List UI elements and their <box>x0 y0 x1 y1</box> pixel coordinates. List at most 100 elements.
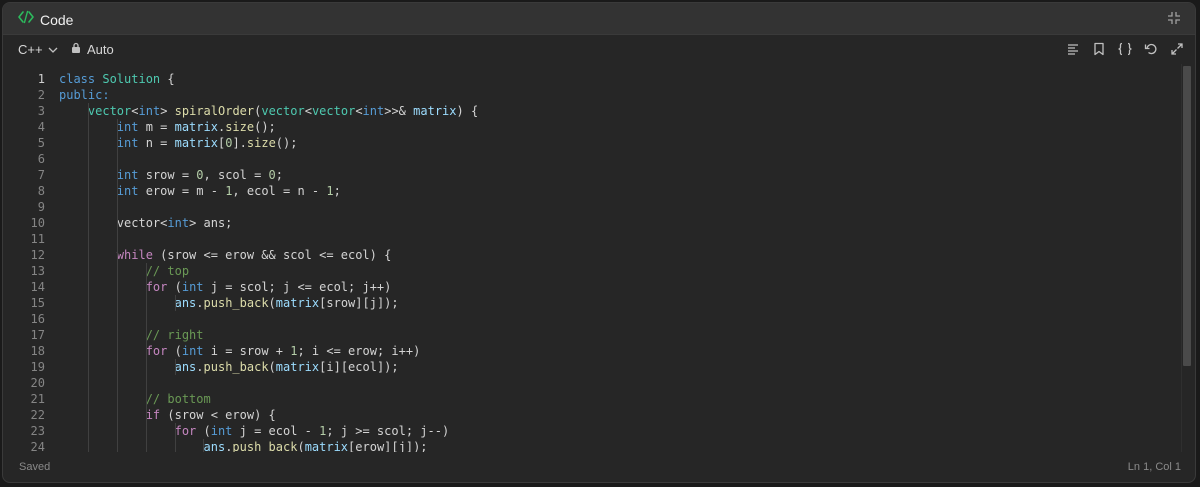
code-token: > ans; <box>189 216 233 230</box>
chevron-down-icon <box>48 42 58 57</box>
code-token: // right <box>145 328 204 342</box>
code-line[interactable]: 8 int erow = m - 1, ecol = n - 1; <box>3 183 1181 199</box>
code-line[interactable]: 23 for (int j = ecol - 1; j >= scol; j--… <box>3 423 1181 439</box>
code-token: vector <box>311 104 356 118</box>
code-token: [i][ecol]); <box>319 360 399 374</box>
code-line[interactable]: 2 public: <box>3 87 1181 103</box>
code-line[interactable]: 19 ans.push_back(matrix[i][ecol]); <box>3 359 1181 375</box>
code-token: ( <box>268 296 276 310</box>
code-token: < <box>304 104 312 118</box>
code-token: ( <box>268 360 276 374</box>
code-token: vector< <box>59 216 168 230</box>
code-line[interactable]: 4 int m = matrix.size(); <box>3 119 1181 135</box>
line-number: 16 <box>30 312 45 326</box>
code-line[interactable]: 13 // top <box>3 263 1181 279</box>
code-line[interactable]: 15 ans.push_back(matrix[srow][j]); <box>3 295 1181 311</box>
format-lines-icon[interactable] <box>1065 41 1081 57</box>
code-text: if (srow < erow) { <box>59 407 276 423</box>
code-token: . <box>196 296 204 310</box>
editor-scrollbar[interactable] <box>1182 66 1192 452</box>
code-token: (srow <= erow && scol <= ecol) { <box>152 248 392 262</box>
expand-icon[interactable] <box>1169 41 1185 57</box>
code-token: j = scol; j <= ecol; j++) <box>203 280 392 294</box>
code-line[interactable]: 18 for (int i = srow + 1; i <= erow; i++… <box>3 343 1181 359</box>
line-number: 2 <box>37 88 45 102</box>
code-line[interactable]: 10 vector<int> ans; <box>3 215 1181 231</box>
code-token: int <box>116 136 139 150</box>
code-token: int <box>116 168 139 182</box>
line-number: 8 <box>37 184 45 198</box>
code-token: if <box>145 408 161 422</box>
code-line[interactable]: 22 if (srow < erow) { <box>3 407 1181 423</box>
indent-guide <box>145 263 147 452</box>
code-line[interactable]: 6 <box>3 151 1181 167</box>
code-text: int srow = 0, scol = 0; <box>59 167 283 183</box>
code-token: ans <box>174 360 197 374</box>
code-token: ans <box>174 296 197 310</box>
line-number: 7 <box>37 168 45 182</box>
language-label: C++ <box>18 42 43 57</box>
code-line[interactable]: 5 int n = matrix[0].size(); <box>3 135 1181 151</box>
line-number: 3 <box>37 104 45 118</box>
code-line[interactable]: 20 <box>3 375 1181 391</box>
code-line[interactable]: 17 // right <box>3 327 1181 343</box>
code-token: j = ecol - <box>232 424 320 438</box>
line-number: 13 <box>30 264 45 278</box>
indent-guide <box>174 423 176 452</box>
code-token: ; j >= scol; j--) <box>326 424 450 438</box>
collapse-icon[interactable] <box>1167 11 1181 25</box>
editor-toolbar: C++ Auto <box>3 34 1195 63</box>
code-token: // top <box>145 264 190 278</box>
line-number: 12 <box>30 248 45 262</box>
code-line[interactable]: 14 for (int j = scol; j <= ecol; j++) <box>3 279 1181 295</box>
line-number: 17 <box>30 328 45 342</box>
code-token: matrix <box>174 120 218 134</box>
panel-header: Code <box>3 3 1195 35</box>
braces-icon[interactable] <box>1117 41 1133 57</box>
code-text: for (int j = scol; j <= ecol; j++) <box>59 279 392 295</box>
cursor-position: Ln 1, Col 1 <box>1127 461 1181 473</box>
code-editor[interactable]: 1 class Solution {2 public: 3 vector<int> s… <box>3 64 1181 452</box>
code-text: // right <box>59 327 204 343</box>
code-text: vector<int> spiralOrder(vector<vector<in… <box>59 103 478 119</box>
code-line[interactable]: 24 ans.push_back(matrix[erow][j]); <box>3 439 1181 452</box>
code-token: m = <box>138 120 175 134</box>
line-number: 1 <box>37 72 45 86</box>
code-text: // bottom <box>59 391 211 407</box>
code-token: ) { <box>456 104 479 118</box>
code-token: push_back <box>232 440 298 452</box>
code-token: ( <box>167 280 182 294</box>
code-text: // top <box>59 263 189 279</box>
code-line[interactable]: 11 <box>3 231 1181 247</box>
bookmark-icon[interactable] <box>1091 41 1107 57</box>
indent-guide <box>174 295 176 311</box>
code-line[interactable]: 1 class Solution { <box>3 71 1181 87</box>
code-token: ; <box>333 184 341 198</box>
code-line[interactable]: 3 vector<int> spiralOrder(vector<vector<… <box>3 103 1181 119</box>
line-number: 5 <box>37 136 45 150</box>
code-token: i = srow + <box>203 344 291 358</box>
code-token: [srow][j]); <box>319 296 399 310</box>
auto-mode[interactable]: Auto <box>71 42 114 57</box>
code-line[interactable]: 16 <box>3 311 1181 327</box>
code-token: matrix <box>413 104 457 118</box>
code-text: public: <box>59 87 110 103</box>
code-token: matrix <box>275 360 320 374</box>
code-text: ans.push_back(matrix[srow][j]); <box>59 295 399 311</box>
language-select[interactable]: C++ <box>18 42 58 57</box>
code-token: for <box>174 424 197 438</box>
code-line[interactable]: 12 while (srow <= erow && scol <= ecol) … <box>3 247 1181 263</box>
code-text: class Solution { <box>59 71 175 87</box>
reset-icon[interactable] <box>1143 41 1159 57</box>
code-line[interactable]: 9 <box>3 199 1181 215</box>
code-token: while <box>116 248 153 262</box>
scrollbar-thumb[interactable] <box>1183 66 1191 366</box>
code-token: ]. <box>232 136 247 150</box>
code-line[interactable]: 7 int srow = 0, scol = 0; <box>3 167 1181 183</box>
code-token: [erow][j]); <box>348 440 428 452</box>
code-token: size <box>246 136 276 150</box>
code-line[interactable]: 21 // bottom <box>3 391 1181 407</box>
